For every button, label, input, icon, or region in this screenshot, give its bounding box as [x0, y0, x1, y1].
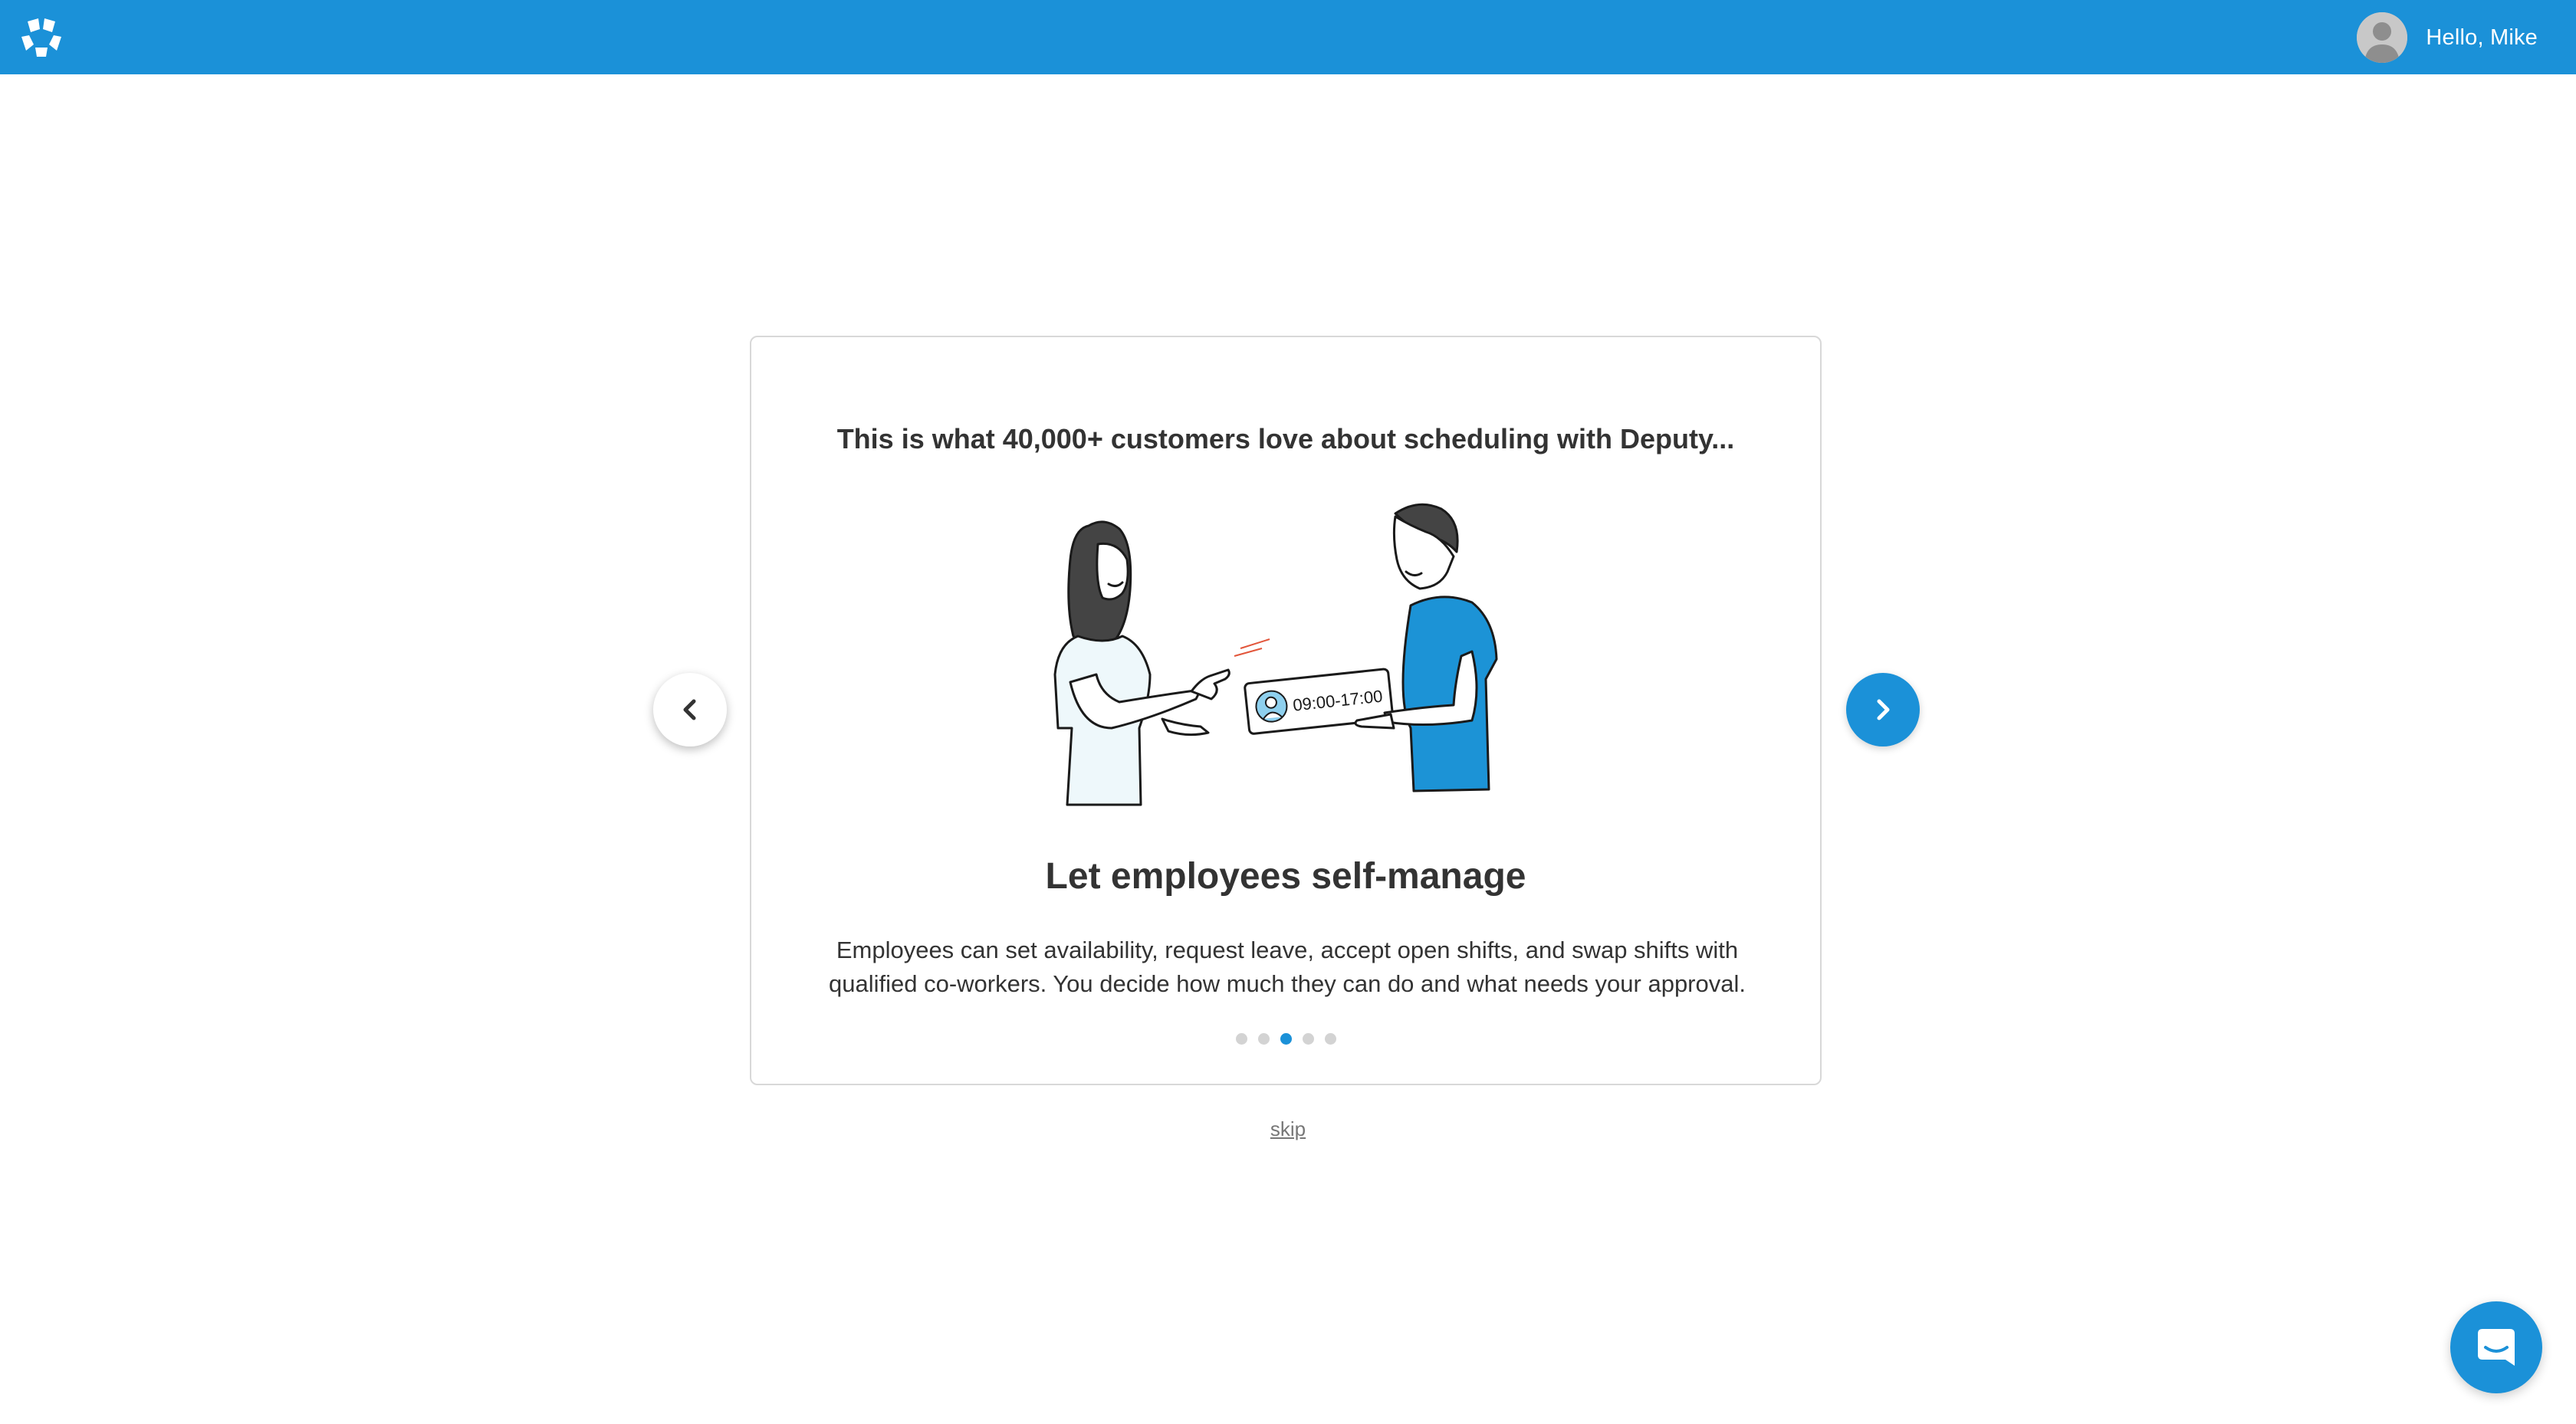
slide-title: Let employees self-manage	[1045, 856, 1526, 897]
slide-pagination	[751, 1033, 1820, 1045]
slide-dot-2[interactable]	[1257, 1033, 1270, 1045]
slide-dot-4[interactable]	[1302, 1033, 1314, 1045]
user-menu[interactable]: Hello, Mike	[2357, 12, 2538, 63]
slide-description: Employees can set availability, request …	[820, 933, 1754, 1001]
user-avatar-icon	[2357, 12, 2408, 63]
skip-link[interactable]: skip	[0, 1117, 2576, 1141]
chat-launcher-button[interactable]	[2450, 1301, 2542, 1393]
slide-description-line-1: Employees can set availability, request …	[836, 937, 1739, 963]
slide-dot-3[interactable]	[1280, 1033, 1292, 1045]
greeting-text: Hello, Mike	[2426, 25, 2538, 50]
intro-heading: This is what 40,000+ customers love abou…	[836, 423, 1735, 454]
onboarding-card: This is what 40,000+ customers love abou…	[750, 336, 1822, 1085]
slide-dot-5[interactable]	[1324, 1033, 1336, 1045]
chat-bubble-icon	[2478, 1329, 2515, 1366]
slide-dot-1[interactable]	[1235, 1033, 1247, 1045]
employees-exchanging-shift-illustration: 09:00-17:00	[1053, 503, 1498, 806]
chevron-right-icon	[1877, 699, 1890, 720]
slide-description-line-2: qualified co-workers. You decide how muc…	[829, 970, 1746, 997]
chevron-left-icon	[683, 699, 696, 720]
top-bar: Hello, Mike	[0, 0, 2576, 74]
previous-slide-button[interactable]	[653, 673, 727, 746]
deputy-logo-icon[interactable]	[20, 17, 63, 58]
next-slide-button[interactable]	[1846, 673, 1920, 746]
